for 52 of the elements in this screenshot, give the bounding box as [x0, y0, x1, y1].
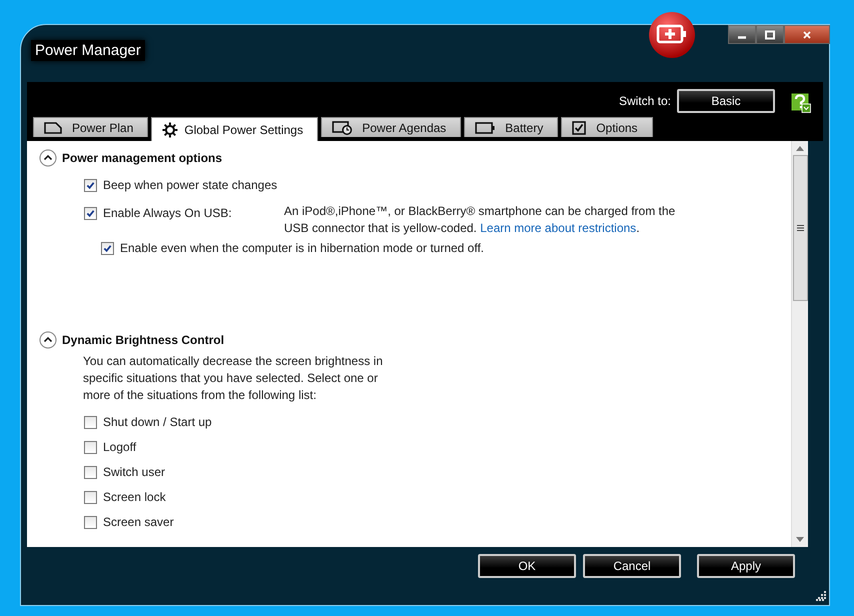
scrollbar-thumb[interactable]	[792, 155, 808, 301]
section-description: You can automatically decrease the screen brightness in specific situations that you have selected. Select one or more of the situations from the following list:	[83, 353, 384, 404]
close-icon	[802, 30, 812, 40]
maximize-button[interactable]	[756, 25, 784, 44]
option-label: Screen lock	[103, 490, 166, 504]
basic-button[interactable]: Basic	[677, 89, 775, 113]
option-label: Screen saver	[103, 515, 174, 529]
tab[interactable]: Power Agendas	[321, 117, 462, 137]
minimize-button[interactable]	[728, 25, 756, 44]
checkbox[interactable]	[84, 516, 97, 528]
checkbox[interactable]	[84, 490, 97, 504]
dialog-button[interactable]: OK	[478, 554, 576, 578]
scroll-down-icon[interactable]	[796, 537, 804, 543]
tab[interactable]: Global Power Settings	[151, 117, 318, 141]
option-label: Enable Always On USB:	[103, 206, 232, 220]
maximize-icon	[765, 30, 775, 40]
collapse-icon[interactable]	[39, 149, 57, 167]
option-description: An iPod®,iPhone™, or BlackBerry® smartphone can be charged from the USB connector that is yellow-coded. Learn more about restrictions.	[284, 203, 676, 237]
option-label: Shut down / Start up	[103, 415, 212, 429]
checkbox[interactable]	[84, 440, 97, 454]
section-title: Power management options	[62, 151, 222, 165]
option-label: Enable even when the computer is in hibernation mode or turned off.	[120, 241, 484, 255]
battery-logo-icon	[648, 11, 696, 59]
dialog-button[interactable]: Apply	[697, 554, 795, 578]
checkbox[interactable]	[84, 416, 97, 428]
tab[interactable]: Power Plan	[33, 117, 148, 137]
tab[interactable]: Options	[561, 117, 653, 137]
dialog-button[interactable]: Cancel	[583, 554, 681, 578]
learn-more-link[interactable]: Learn more about restrictions	[480, 221, 636, 235]
grip-icon	[796, 225, 804, 231]
scroll-up-icon[interactable]	[796, 145, 804, 151]
tab[interactable]: Battery	[464, 117, 558, 137]
checkbox-icon	[572, 120, 586, 134]
resize-grip-icon[interactable]	[816, 591, 826, 601]
checkbox[interactable]	[84, 206, 97, 220]
checkbox[interactable]	[84, 178, 97, 192]
option-label: Beep when power state changes	[103, 178, 278, 192]
checkbox[interactable]	[101, 242, 114, 254]
minimize-icon	[738, 36, 746, 38]
document-icon	[44, 122, 62, 134]
checkbox[interactable]	[84, 466, 97, 478]
battery-icon	[475, 122, 496, 134]
close-button[interactable]	[784, 25, 830, 44]
option-label: Logoff	[103, 440, 136, 454]
switch-to-label: Switch to:	[618, 94, 671, 108]
collapse-icon[interactable]	[39, 331, 57, 349]
option-label: Switch user	[103, 465, 166, 479]
section-title: Dynamic Brightness Control	[62, 333, 224, 347]
help-icon[interactable]	[791, 93, 811, 113]
window-title: Power Manager	[31, 40, 145, 61]
calendar-clock-icon	[332, 120, 352, 134]
gear-icon	[162, 122, 178, 138]
